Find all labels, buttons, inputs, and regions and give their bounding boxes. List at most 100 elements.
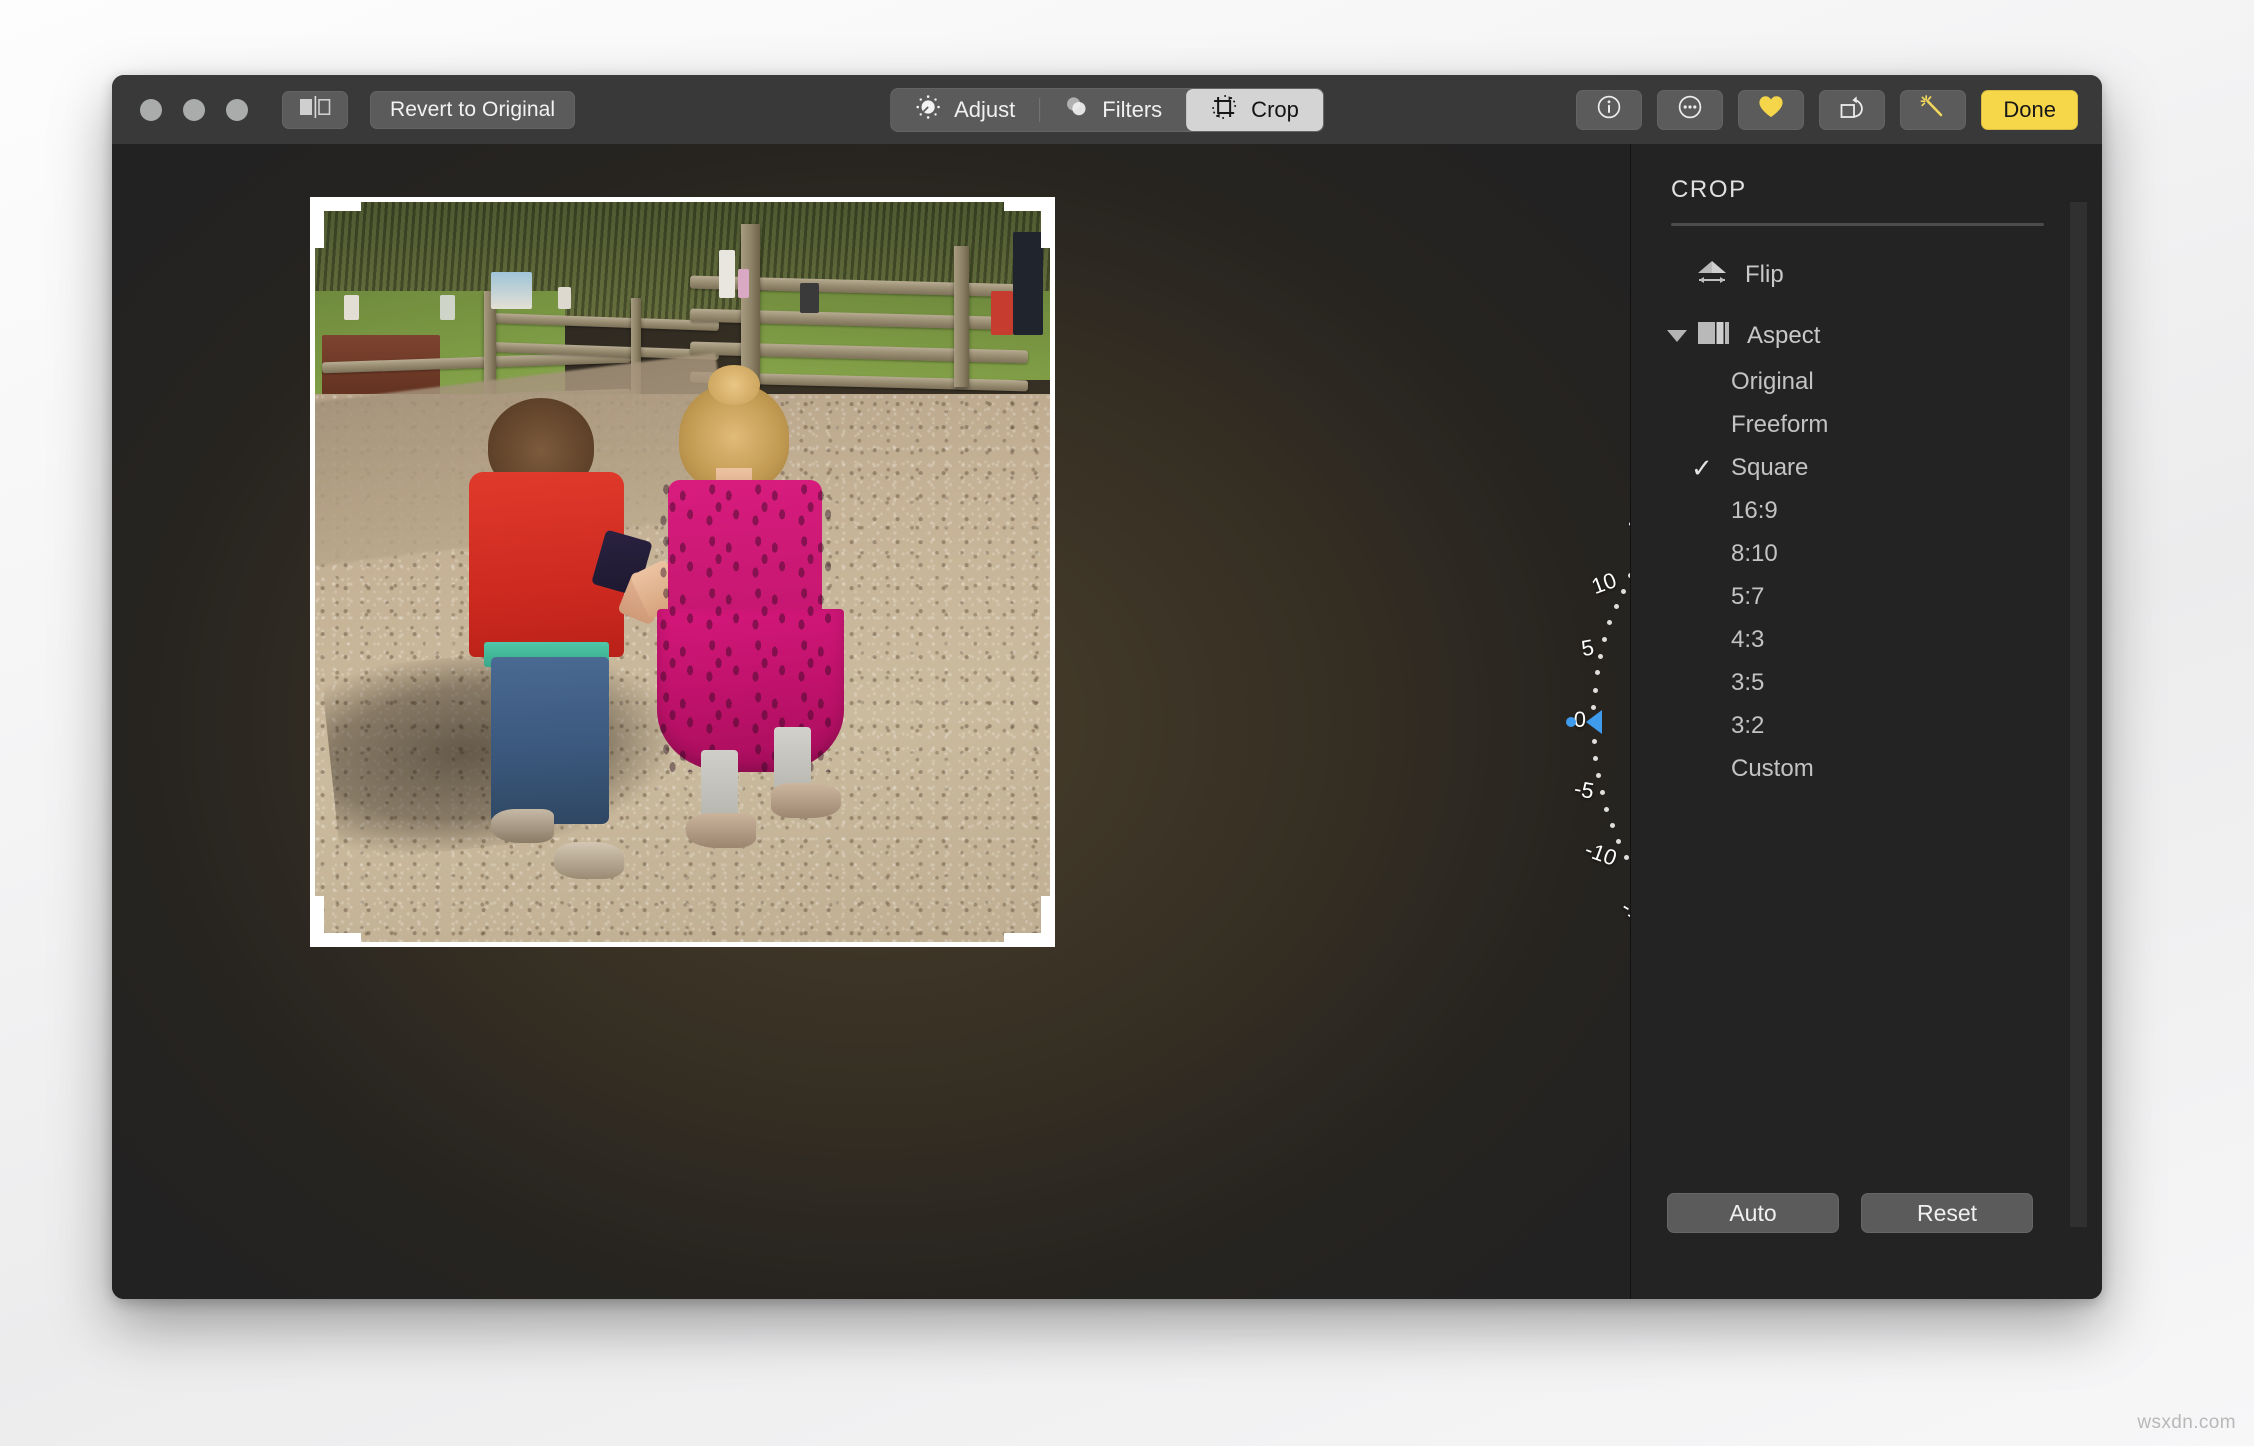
dial-tick — [1616, 839, 1621, 844]
close-button[interactable] — [140, 99, 162, 121]
dial-label: -5 — [1548, 771, 1596, 804]
flip-horizontal-icon — [1695, 256, 1729, 295]
aspect-option-label: 5:7 — [1731, 583, 1764, 611]
info-circle-icon — [1596, 94, 1622, 125]
tab-adjust-label: Adjust — [954, 97, 1015, 123]
magic-wand-icon — [1919, 94, 1947, 125]
auto-button[interactable]: Auto — [1667, 1193, 1839, 1233]
dial-pointer-icon — [1586, 710, 1602, 734]
dial-tick — [1592, 739, 1597, 744]
sidebar-footer: Auto Reset — [1631, 1193, 2102, 1299]
rotate-ccw-icon — [1838, 94, 1866, 125]
crop-handle-top-right-v[interactable] — [1041, 202, 1050, 248]
aspect-option-label: 16:9 — [1731, 497, 1778, 525]
site-watermark: wsxdn.com — [2137, 1412, 2236, 1434]
dial-tick — [1610, 823, 1615, 828]
aspect-option-4-3[interactable]: 4:3 — [1631, 618, 2102, 661]
check-icon: ✓ — [1691, 455, 1725, 481]
aspect-panels-icon — [1697, 318, 1731, 355]
minimize-button[interactable] — [183, 99, 205, 121]
aspect-option-square[interactable]: ✓Square — [1631, 446, 2102, 489]
crop-handle-bottom-right-v[interactable] — [1041, 896, 1050, 942]
aspect-control[interactable]: Aspect — [1631, 312, 2102, 360]
aspect-option-5-7[interactable]: 5:7 — [1631, 575, 2102, 618]
aspect-option-freeform[interactable]: Freeform — [1631, 403, 2102, 446]
filters-circles-icon — [1063, 94, 1089, 126]
aspect-option-label: 3:2 — [1731, 712, 1764, 740]
revert-to-original-button[interactable]: Revert to Original — [370, 91, 575, 129]
tab-adjust[interactable]: Adjust — [891, 89, 1039, 131]
dial-label: 10 — [1570, 567, 1620, 606]
compare-button[interactable] — [282, 91, 348, 129]
more-button[interactable] — [1657, 90, 1723, 130]
dial-tick — [1621, 589, 1626, 594]
compare-split-icon — [298, 96, 332, 124]
crop-frame-icon — [1210, 93, 1238, 127]
aspect-option-label: 4:3 — [1731, 626, 1764, 654]
photo-canvas[interactable]: 15 10 5 0 -5 -10 -15 — [112, 144, 1630, 1299]
rotation-angle-dial[interactable]: 151050-5-10-15 — [1482, 432, 1602, 1012]
aspect-option-label: Freeform — [1731, 411, 1828, 439]
window-body: 15 10 5 0 -5 -10 -15 CROP — [112, 144, 2102, 1299]
aspect-option-label: 3:5 — [1731, 669, 1764, 697]
aspect-options-list: OriginalFreeform✓Square16:98:105:74:33:5… — [1631, 360, 2102, 790]
tab-filters[interactable]: Filters — [1039, 89, 1186, 131]
crop-handle-bottom-left-v[interactable] — [315, 896, 324, 942]
dial-tick — [1604, 807, 1609, 812]
toolbar-right-cluster: Done — [1576, 90, 2078, 130]
chevron-down-icon[interactable] — [1667, 330, 1687, 342]
edit-mode-segmented-control: Adjust Filters — [890, 88, 1324, 132]
aspect-option-8-10[interactable]: 8:10 — [1631, 532, 2102, 575]
sidebar-scrollbar[interactable] — [2070, 202, 2087, 1227]
dial-label: 15 — [1607, 507, 1630, 552]
aspect-option-label: Original — [1731, 368, 1814, 396]
aspect-option-3-5[interactable]: 3:5 — [1631, 661, 2102, 704]
zoom-button[interactable] — [226, 99, 248, 121]
done-button[interactable]: Done — [1981, 90, 2078, 130]
photo-image — [315, 202, 1050, 942]
crop-frame[interactable] — [310, 197, 1055, 947]
tab-filters-label: Filters — [1102, 97, 1162, 123]
aspect-option-label: Square — [1731, 454, 1808, 482]
aspect-option-label: 8:10 — [1731, 540, 1778, 568]
ellipsis-circle-icon — [1677, 94, 1703, 125]
aspect-option-16-9[interactable]: 16:9 — [1631, 489, 2102, 532]
aspect-option-original[interactable]: Original — [1631, 360, 2102, 403]
traffic-lights — [140, 99, 248, 121]
aspect-option-custom[interactable]: Custom — [1631, 747, 2102, 790]
dial-label: -10 — [1570, 833, 1620, 872]
photos-editor-window: Revert to Original Ad — [112, 75, 2102, 1299]
tab-crop[interactable]: Crop — [1186, 89, 1323, 131]
aspect-label: Aspect — [1747, 322, 1820, 350]
dial-tick — [1607, 620, 1612, 625]
heart-icon — [1757, 94, 1785, 125]
tab-crop-label: Crop — [1251, 97, 1299, 123]
reset-button[interactable]: Reset — [1861, 1193, 2033, 1233]
page-title: CROP — [1671, 176, 2102, 204]
window-toolbar: Revert to Original Ad — [112, 75, 2102, 144]
dial-tick — [1614, 604, 1619, 609]
dial-label: -15 — [1607, 888, 1630, 933]
sidebar-divider — [1671, 223, 2044, 226]
favorite-button[interactable] — [1738, 90, 1804, 130]
auto-enhance-button[interactable] — [1900, 90, 1966, 130]
dial-current-value-dot — [1566, 717, 1576, 727]
dial-tick — [1596, 773, 1601, 778]
crop-sidebar: CROP Flip — [1630, 144, 2102, 1299]
dial-tick — [1602, 637, 1607, 642]
crop-handle-top-left-v[interactable] — [315, 202, 324, 248]
dial-tick — [1595, 670, 1600, 675]
flip-control[interactable]: Flip — [1631, 252, 2102, 298]
dial-tick — [1593, 756, 1598, 761]
dial-tick — [1598, 654, 1603, 659]
info-button[interactable] — [1576, 90, 1642, 130]
aspect-option-label: Custom — [1731, 755, 1814, 783]
dial-tick — [1593, 688, 1598, 693]
dial-label: 0 — [1542, 707, 1586, 733]
dial-label: 5 — [1548, 635, 1596, 668]
flip-label: Flip — [1745, 261, 1784, 289]
aspect-option-3-2[interactable]: 3:2 — [1631, 704, 2102, 747]
rotate-button[interactable] — [1819, 90, 1885, 130]
dial-tick — [1600, 790, 1605, 795]
dial-tick — [1624, 855, 1629, 860]
